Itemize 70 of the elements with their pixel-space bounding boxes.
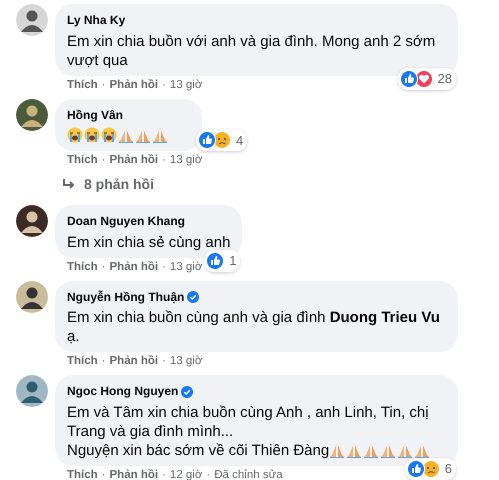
comment-text: Em xin chia buồn cùng anh và gia đình Duong Trieu Vu ạ. xyxy=(67,309,440,345)
timestamp[interactable]: 12 giờ xyxy=(170,468,202,480)
author-name[interactable]: Hồng Vân xyxy=(67,108,123,122)
author-name[interactable]: Doan Nguyen Khang xyxy=(67,214,186,229)
avatar[interactable] xyxy=(16,280,48,312)
separator: · xyxy=(102,153,106,168)
author-name[interactable]: Ngoc Hong Nguyen xyxy=(67,384,178,399)
reaction-count: 1 xyxy=(229,252,236,270)
praying-hands-icon xyxy=(363,442,380,458)
separator: · xyxy=(162,354,166,369)
author-name[interactable]: Ly Nha Ky xyxy=(67,13,126,28)
comment-text: Em và Tâm xin chia buồn cùng Anh , anh Linh, Tin, chị Trang và gia đình mình... xyxy=(67,404,429,440)
reaction-summary[interactable]: 28 xyxy=(398,68,456,90)
separator: · xyxy=(102,468,106,480)
avatar[interactable] xyxy=(16,375,48,407)
edited-label: Đã chỉnh sửa xyxy=(214,468,283,480)
separator: · xyxy=(162,78,166,92)
separator: · xyxy=(162,468,166,480)
reaction-count: 4 xyxy=(236,132,244,150)
thumbs-up-icon xyxy=(198,131,216,150)
comment-text: Em xin chia buồn với anh và gia đình. Mong anh 2 sớm vượt qua xyxy=(67,32,436,68)
reply-link[interactable]: Phản hồi xyxy=(110,78,158,92)
like-link[interactable]: Thích xyxy=(67,153,98,168)
crying-face-icon xyxy=(84,127,100,143)
separator: · xyxy=(102,260,106,274)
reaction-summary[interactable]: 4 xyxy=(196,130,248,151)
timestamp[interactable]: 13 giờ xyxy=(170,260,202,274)
praying-hands-icon xyxy=(118,127,134,143)
timestamp[interactable]: 13 giờ xyxy=(170,354,202,369)
reply-arrow-icon xyxy=(62,178,76,190)
praying-hands-icon xyxy=(135,127,151,143)
praying-hands-icon xyxy=(380,442,396,458)
avatar[interactable] xyxy=(16,98,48,130)
praying-hands-icon xyxy=(152,127,168,143)
reply-link[interactable]: Phản hồi xyxy=(110,354,158,369)
separator: · xyxy=(162,260,166,274)
thumbs-up-icon xyxy=(400,70,418,88)
timestamp[interactable]: 13 giờ xyxy=(170,153,202,168)
praying-hands-icon xyxy=(397,442,414,458)
separator: · xyxy=(102,78,106,92)
praying-hands-icon xyxy=(329,442,346,458)
thumbs-up-icon xyxy=(206,252,224,270)
sad-face-icon xyxy=(422,460,440,478)
avatar[interactable] xyxy=(16,4,48,36)
reaction-count: 6 xyxy=(444,460,452,478)
separator: · xyxy=(102,354,106,369)
crying-face-icon xyxy=(67,127,83,143)
praying-hands-icon xyxy=(414,442,430,458)
like-link[interactable]: Thích xyxy=(67,78,98,92)
praying-hands-icon xyxy=(346,442,362,458)
separator: · xyxy=(162,153,166,168)
reaction-count: 28 xyxy=(438,70,452,88)
like-link[interactable]: Thích xyxy=(67,468,98,480)
thumbs-up-icon xyxy=(406,460,425,478)
timestamp[interactable]: 13 giờ xyxy=(170,78,202,92)
comment-text: Nguyện xin bác sớm về cõi Thiên Đàng xyxy=(67,442,330,458)
reply-link[interactable]: Phản hồi xyxy=(110,153,158,168)
comment-text: Em xin chia sẻ cùng anh xyxy=(67,234,230,250)
like-link[interactable]: Thích xyxy=(67,260,98,274)
reply-link[interactable]: Phản hồi xyxy=(110,260,158,274)
sad-face-icon xyxy=(213,131,231,150)
reply-link[interactable]: Phản hồi xyxy=(110,468,158,480)
crying-face-icon xyxy=(101,127,117,143)
reaction-summary[interactable]: 1 xyxy=(204,250,240,272)
view-replies-link[interactable]: 8 phản hồi xyxy=(0,168,154,199)
avatar[interactable] xyxy=(16,205,48,237)
author-name[interactable]: Nguyễn Hồng Thuận xyxy=(67,290,184,304)
separator: · xyxy=(206,468,210,480)
like-link[interactable]: Thích xyxy=(67,354,98,369)
reaction-summary[interactable]: 6 xyxy=(404,458,456,480)
